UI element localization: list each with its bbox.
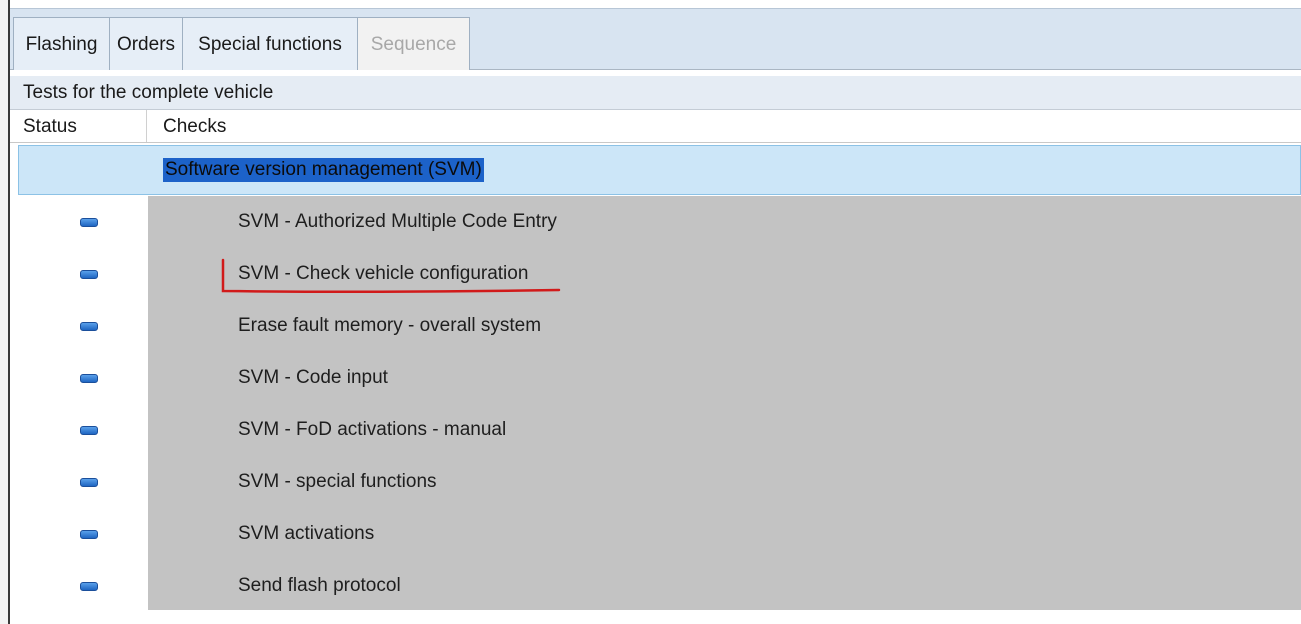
group-row-svm[interactable]: Software version management (SVM)	[18, 145, 1301, 195]
tab-flashing[interactable]: Flashing	[13, 17, 110, 70]
tab-sequence: Sequence	[357, 17, 470, 70]
list-item[interactable]: SVM - Authorized Multiple Code Entry	[148, 196, 1301, 248]
status-pending-icon	[80, 478, 98, 487]
checks-list: SVM - Authorized Multiple Code Entry SVM …	[148, 196, 1301, 610]
list-item[interactable]: Send flash protocol	[148, 560, 1301, 612]
section-title: Tests for the complete vehicle	[10, 76, 1301, 110]
list-item[interactable]: SVM - special functions	[148, 456, 1301, 508]
list-item[interactable]: Erase fault memory - overall system	[148, 300, 1301, 352]
status-pending-icon	[80, 374, 98, 383]
list-item-label: SVM - special functions	[238, 471, 437, 492]
application: Flashing Orders Special functions Sequen…	[10, 0, 1301, 624]
column-checks-header[interactable]: Checks	[147, 110, 226, 143]
list-item-label: SVM - Authorized Multiple Code Entry	[238, 211, 557, 232]
list-item-label: SVM activations	[238, 523, 375, 544]
tab-orders[interactable]: Orders	[109, 17, 183, 70]
list-item-label: Send flash protocol	[238, 575, 401, 596]
status-pending-icon	[80, 530, 98, 539]
status-pending-icon	[80, 582, 98, 591]
list-item[interactable]: SVM activations	[148, 508, 1301, 560]
list-item[interactable]: SVM - FoD activations - manual	[148, 404, 1301, 456]
list-item-label: SVM - FoD activations - manual	[238, 419, 507, 440]
list-item[interactable]: SVM - Code input	[148, 352, 1301, 404]
status-pending-icon	[80, 270, 98, 279]
status-pending-icon	[80, 426, 98, 435]
list-item-label: SVM - Check vehicle configuration	[238, 263, 529, 284]
column-status-header[interactable]: Status	[10, 110, 147, 142]
status-pending-icon	[80, 218, 98, 227]
list-item[interactable]: SVM - Check vehicle configuration	[148, 248, 1301, 300]
group-label[interactable]: Software version management (SVM)	[163, 158, 484, 182]
tab-bar: Flashing Orders Special functions Sequen…	[10, 8, 1301, 70]
column-header: Status Checks	[10, 110, 1301, 143]
list-item-label: Erase fault memory - overall system	[238, 315, 542, 336]
window-left-border	[0, 0, 10, 624]
list-item-label: SVM - Code input	[238, 367, 388, 388]
tab-special-functions[interactable]: Special functions	[182, 17, 358, 70]
status-pending-icon	[80, 322, 98, 331]
